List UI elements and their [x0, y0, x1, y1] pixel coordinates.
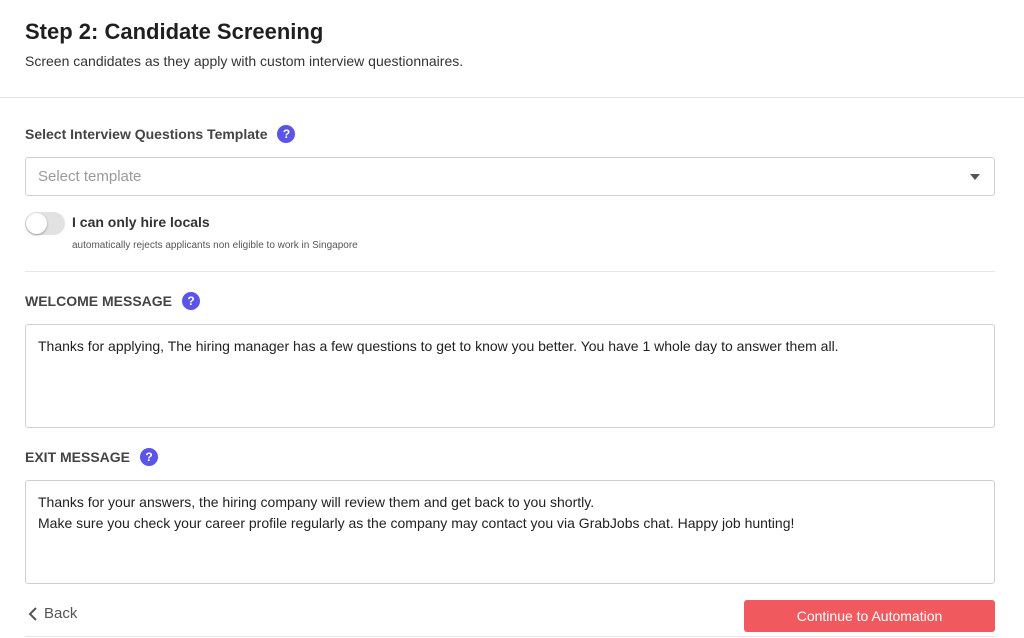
welcome-message-text: Thanks for applying, The hiring manager …	[38, 338, 839, 354]
page-subtitle: Screen candidates as they apply with cus…	[25, 53, 464, 69]
hire-locals-label: I can only hire locals	[72, 214, 210, 230]
toggle-knob	[26, 213, 47, 234]
welcome-section-label: WELCOME MESSAGE ?	[25, 292, 201, 310]
help-icon[interactable]: ?	[182, 292, 201, 310]
template-select[interactable]: Select template	[25, 157, 995, 196]
template-select-placeholder: Select template	[38, 168, 142, 185]
chevron-down-icon	[970, 174, 980, 180]
section-divider	[25, 271, 995, 272]
template-label: Select Interview Questions Template	[25, 126, 268, 142]
continue-to-automation-button[interactable]: Continue to Automation	[744, 600, 995, 632]
welcome-label: WELCOME MESSAGE	[25, 293, 173, 309]
exit-label: EXIT MESSAGE	[25, 449, 131, 465]
hire-locals-hint: automatically rejects applicants non eli…	[72, 240, 358, 251]
footer-divider	[25, 636, 995, 637]
exit-message-line-2: Make sure you check your career profile …	[38, 515, 795, 531]
hire-locals-toggle[interactable]	[25, 212, 65, 235]
exit-message-line-1: Thanks for your answers, the hiring comp…	[38, 494, 595, 510]
page-header: Step 2: Candidate Screening Screen candi…	[0, 0, 1024, 98]
exit-section-label: EXIT MESSAGE ?	[25, 448, 159, 466]
template-section-label: Select Interview Questions Template ?	[25, 125, 296, 143]
back-button[interactable]: Back	[28, 605, 77, 622]
back-label: Back	[44, 605, 78, 622]
page-title: Step 2: Candidate Screening	[25, 19, 324, 44]
help-icon[interactable]: ?	[140, 448, 159, 466]
help-icon[interactable]: ?	[277, 125, 296, 143]
exit-message-textarea[interactable]: Thanks for your answers, the hiring comp…	[25, 480, 995, 584]
chevron-left-icon	[28, 606, 37, 621]
welcome-message-textarea[interactable]: Thanks for applying, The hiring manager …	[25, 324, 995, 428]
